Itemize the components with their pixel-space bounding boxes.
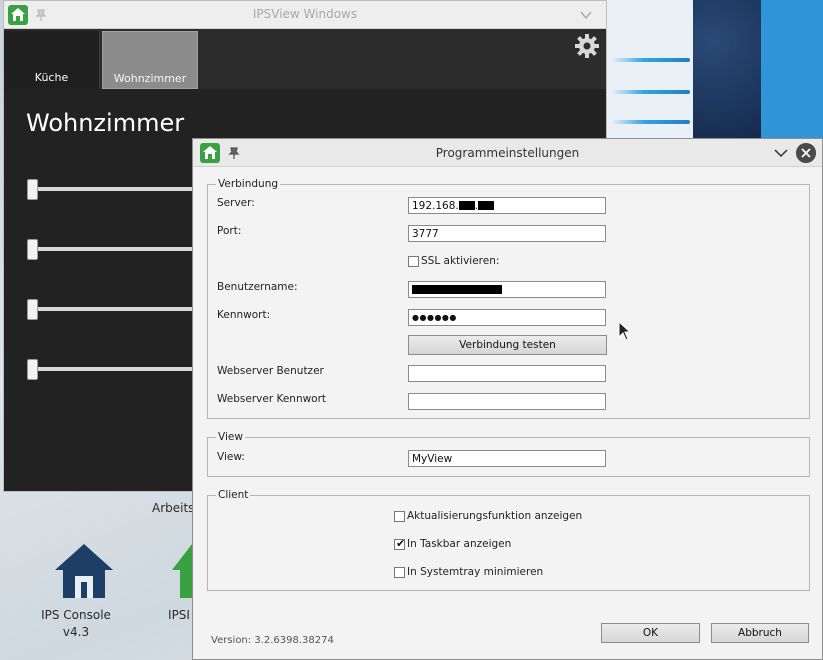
dialog-titlebar[interactable]: Programmeinstellungen bbox=[193, 139, 822, 167]
settings-dialog: Programmeinstellungen Verbindung Server:… bbox=[192, 138, 823, 660]
redacted-block bbox=[412, 285, 502, 294]
server-label: Server: bbox=[217, 197, 255, 209]
systray-label: In Systemtray minimieren bbox=[407, 566, 544, 578]
ipsview-title: IPSView Windows bbox=[252, 7, 358, 21]
slider-track[interactable] bbox=[34, 187, 204, 191]
ips-console-version: v4.3 bbox=[62, 625, 90, 639]
webserver-kennwort-label: Webserver Kennwort bbox=[217, 393, 327, 405]
wallpaper-wave bbox=[612, 120, 690, 124]
ssl-checkbox[interactable] bbox=[408, 256, 419, 267]
view-input[interactable]: MyView bbox=[408, 450, 606, 467]
ipsview-titlebar[interactable]: IPSView Windows bbox=[4, 1, 606, 29]
slider-handle[interactable] bbox=[27, 179, 38, 200]
gear-icon[interactable] bbox=[574, 33, 600, 59]
chevron-down-icon[interactable] bbox=[772, 144, 790, 162]
verbindung-testen-button[interactable]: Verbindung testen bbox=[408, 335, 607, 355]
group-verbindung: Verbindung Server: 192.168.. Port: 3777 … bbox=[207, 178, 810, 419]
cancel-button[interactable]: Abbruch bbox=[711, 623, 809, 643]
mouse-cursor-icon bbox=[618, 321, 632, 341]
group-view: View View: MyView bbox=[207, 431, 810, 477]
wallpaper-wave bbox=[612, 58, 690, 62]
taskbar-checkbox[interactable]: ✔ bbox=[394, 537, 406, 550]
kennwort-input[interactable]: ●●●●●● bbox=[408, 309, 606, 326]
tab-kueche[interactable]: Küche bbox=[4, 31, 100, 89]
ok-button[interactable]: OK bbox=[601, 623, 700, 643]
ips-second-label: IPSI bbox=[168, 608, 190, 622]
view-label: View: bbox=[217, 451, 245, 463]
chevron-down-icon[interactable] bbox=[580, 9, 592, 21]
slider-handle[interactable] bbox=[27, 239, 38, 260]
desktop-wallpaper-light bbox=[607, 0, 693, 140]
webserver-benutzer-label: Webserver Benutzer bbox=[217, 365, 324, 377]
port-input[interactable]: 3777 bbox=[408, 225, 606, 242]
update-label: Aktualisierungsfunktion anzeigen bbox=[407, 510, 583, 522]
update-checkbox[interactable] bbox=[394, 511, 405, 522]
wallpaper-wave bbox=[612, 90, 690, 94]
kennwort-label: Kennwort: bbox=[217, 309, 271, 321]
taskbar-label: In Taskbar anzeigen bbox=[407, 538, 512, 550]
version-text: Version: 3.2.6398.38274 bbox=[211, 635, 334, 646]
desktop-text-arbeits: Arbeits bbox=[152, 501, 195, 515]
desktop-wallpaper-blue bbox=[761, 0, 823, 140]
room-title: Wohnzimmer bbox=[26, 109, 185, 137]
server-value: 192.168. bbox=[412, 200, 459, 212]
systray-checkbox[interactable] bbox=[394, 567, 405, 578]
slider-track[interactable] bbox=[34, 307, 204, 311]
group-legend: Verbindung bbox=[216, 178, 281, 190]
ips-second-icon bbox=[172, 544, 192, 598]
ips-console-label: IPS Console bbox=[41, 608, 111, 622]
desktop-wallpaper-night bbox=[693, 0, 761, 140]
redacted-block bbox=[458, 201, 475, 210]
webserver-kennwort-input[interactable] bbox=[408, 393, 606, 410]
webserver-benutzer-input[interactable] bbox=[408, 365, 606, 382]
desktop-icon-ips-second[interactable]: IPSI bbox=[166, 540, 192, 624]
ipsview-tab-bar: Küche Wohnzimmer bbox=[4, 29, 606, 89]
ssl-label: SSL aktivieren: bbox=[421, 255, 500, 267]
slider-handle[interactable] bbox=[27, 359, 38, 380]
server-input[interactable]: 192.168.. bbox=[408, 197, 606, 214]
close-icon[interactable] bbox=[796, 143, 816, 163]
dialog-title: Programmeinstellungen bbox=[435, 146, 580, 160]
ips-console-icon bbox=[54, 544, 113, 598]
checkmark-icon: ✔ bbox=[396, 537, 406, 550]
group-legend: Client bbox=[216, 489, 251, 501]
benutzername-input[interactable] bbox=[408, 281, 606, 298]
slider-handle[interactable] bbox=[27, 299, 38, 320]
slider-track[interactable] bbox=[34, 367, 204, 371]
group-legend: View bbox=[216, 431, 245, 443]
redacted-block bbox=[478, 201, 495, 210]
group-client: Client Aktualisierungsfunktion anzeigen … bbox=[207, 489, 810, 591]
port-label: Port: bbox=[217, 225, 242, 237]
desktop-icon-ips-console[interactable]: IPS Console v4.3 bbox=[28, 540, 124, 641]
slider-track[interactable] bbox=[34, 247, 204, 251]
tab-wohnzimmer[interactable]: Wohnzimmer bbox=[102, 31, 198, 89]
benutzername-label: Benutzername: bbox=[217, 281, 298, 293]
